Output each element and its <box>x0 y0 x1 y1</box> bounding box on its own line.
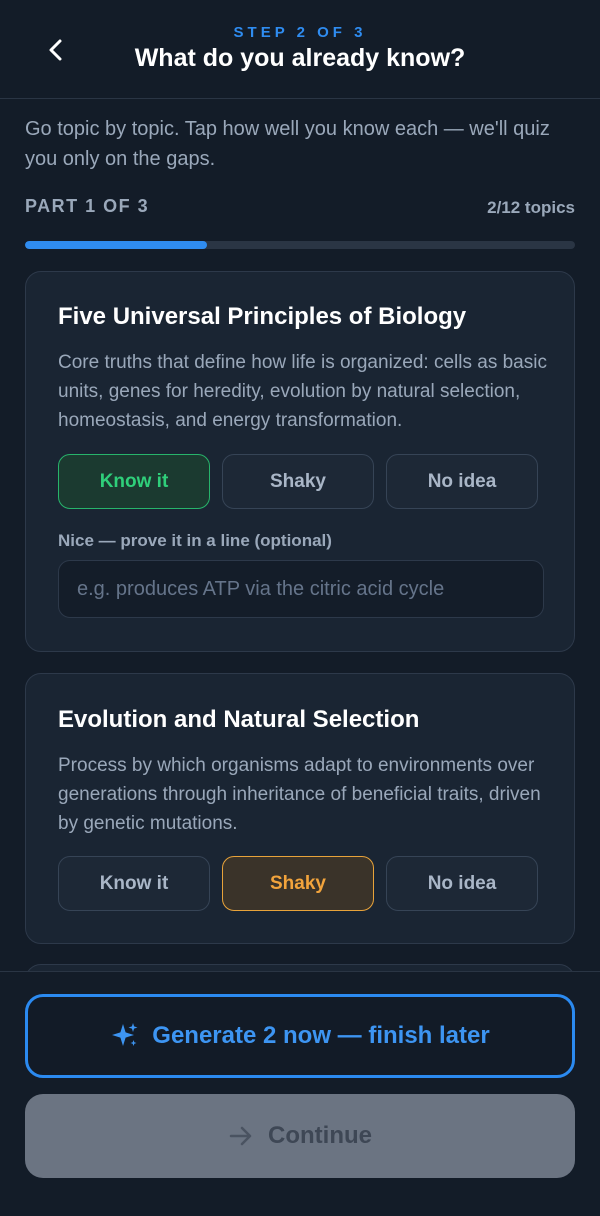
footer-actions: Generate 2 now — finish later Continue <box>0 971 600 1216</box>
topic-title: Five Universal Principles of Biology <box>58 303 467 330</box>
shaky-button[interactable]: Shaky <box>222 454 374 509</box>
no-idea-button[interactable]: No idea <box>386 856 538 911</box>
knowledge-options: Know it Shaky No idea <box>58 454 538 509</box>
no-idea-button[interactable]: No idea <box>386 454 538 509</box>
sparkle-icon <box>112 1023 138 1046</box>
progress-bar-fill <box>25 241 207 249</box>
knowledge-options: Know it Shaky No idea <box>58 856 538 911</box>
generate-now-button[interactable]: Generate 2 now — finish later <box>25 994 575 1078</box>
generate-now-label: Generate 2 now — finish later <box>152 1022 490 1049</box>
step-indicator: STEP 2 OF 3 <box>233 24 367 41</box>
topic-description: Process by which organisms adapt to envi… <box>58 755 541 834</box>
intro-text: Go topic by topic. Tap how well you know… <box>25 118 550 170</box>
topic-description: Core truths that define how life is orga… <box>58 352 547 431</box>
topic-count: 2/12 topics <box>487 198 575 217</box>
topic-title: Evolution and Natural Selection <box>58 706 420 733</box>
arrow-right-icon <box>229 1126 252 1146</box>
topic-card: Evolution and Natural Selection Process … <box>25 673 575 944</box>
topic-card: Five Universal Principles of Biology Cor… <box>25 271 575 652</box>
top-bar: STEP 2 OF 3 What do you already know? <box>0 0 600 99</box>
prove-label: Nice — prove it in a line (optional) <box>58 531 332 550</box>
know-it-button[interactable]: Know it <box>58 454 210 509</box>
shaky-button[interactable]: Shaky <box>222 856 374 911</box>
continue-button[interactable]: Continue <box>25 1094 575 1178</box>
part-label: PART 1 OF 3 <box>25 196 150 216</box>
prove-input[interactable] <box>58 560 544 618</box>
continue-label: Continue <box>268 1122 372 1149</box>
page-title: What do you already know? <box>134 44 466 72</box>
know-it-button[interactable]: Know it <box>58 856 210 911</box>
progress-bar <box>25 241 575 249</box>
